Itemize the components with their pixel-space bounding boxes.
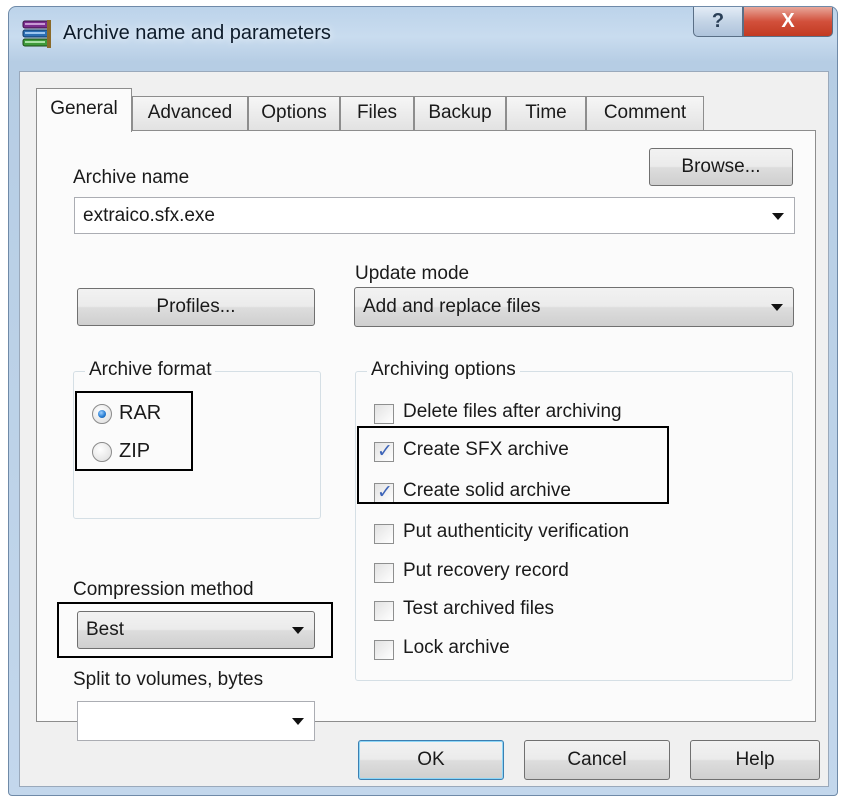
archive-name-value: extraico.sfx.exe <box>83 205 215 226</box>
checkbox-lock-archive[interactable] <box>374 640 394 660</box>
dialog-window: Archive name and parameters ? X General … <box>8 6 838 796</box>
help-title-button[interactable]: ? <box>693 7 743 37</box>
close-button[interactable]: X <box>743 7 833 37</box>
archive-format-label: Archive format <box>85 359 216 381</box>
highlight-box-archive-format <box>75 391 193 471</box>
checkbox-recovery-record-label[interactable]: Put recovery record <box>403 560 569 582</box>
update-mode-dropdown[interactable]: Add and replace files <box>354 287 794 327</box>
checkbox-lock-archive-label[interactable]: Lock archive <box>403 637 510 659</box>
archive-name-combo[interactable]: extraico.sfx.exe <box>74 197 795 234</box>
archive-name-label: Archive name <box>73 167 190 188</box>
checkbox-delete-files-label[interactable]: Delete files after archiving <box>403 401 622 423</box>
archiving-options-label: Archiving options <box>367 359 520 381</box>
question-mark-icon: ? <box>711 10 725 32</box>
profiles-button[interactable]: Profiles... <box>77 288 315 326</box>
split-volumes-label: Split to volumes, bytes <box>73 669 264 690</box>
general-tab-panel: Archive name Browse... extraico.sfx.exe … <box>36 130 816 741</box>
winrar-books-icon <box>22 20 51 48</box>
close-icon: X <box>781 10 795 32</box>
chevron-down-icon <box>772 212 784 220</box>
checkbox-recovery-record[interactable] <box>374 563 394 583</box>
help-button[interactable]: Help <box>690 740 820 780</box>
browse-button[interactable]: Browse... <box>649 148 793 186</box>
tab-files[interactable]: Files <box>340 96 414 130</box>
highlight-box-sfx-solid <box>357 426 669 504</box>
tab-general[interactable]: General <box>36 88 132 132</box>
dialog-client-area: General Advanced Options Files Backup Ti… <box>19 71 829 787</box>
tab-strip: General Advanced Options Files Backup Ti… <box>20 86 828 132</box>
checkbox-authenticity[interactable] <box>374 524 394 544</box>
chevron-down-icon <box>292 718 304 725</box>
checkbox-test-archived[interactable] <box>374 601 394 621</box>
tab-advanced[interactable]: Advanced <box>132 96 248 130</box>
highlight-box-compression <box>57 602 333 658</box>
tab-options[interactable]: Options <box>248 96 340 130</box>
title-bar[interactable]: Archive name and parameters ? X <box>9 7 837 63</box>
tab-time[interactable]: Time <box>506 96 586 130</box>
checkbox-delete-files[interactable] <box>374 404 394 424</box>
split-volumes-combo[interactable] <box>77 701 315 741</box>
update-mode-label: Update mode <box>355 263 470 284</box>
ok-button[interactable]: OK <box>358 740 504 780</box>
cancel-button[interactable]: Cancel <box>524 740 670 780</box>
window-title: Archive name and parameters <box>63 22 331 44</box>
tab-comment[interactable]: Comment <box>586 96 704 130</box>
tab-backup[interactable]: Backup <box>414 96 506 130</box>
update-mode-value: Add and replace files <box>363 296 541 317</box>
checkbox-authenticity-label[interactable]: Put authenticity verification <box>403 521 629 543</box>
checkbox-test-archived-label[interactable]: Test archived files <box>403 598 554 620</box>
compression-method-label: Compression method <box>73 579 254 600</box>
chevron-down-icon <box>771 304 783 311</box>
